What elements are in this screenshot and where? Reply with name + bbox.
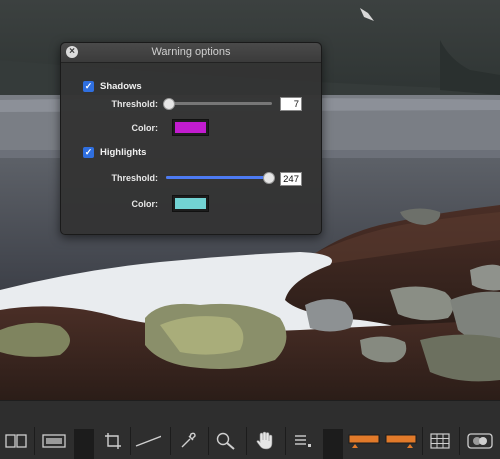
crop-icon[interactable]: [100, 429, 126, 453]
list-icon[interactable]: [290, 429, 316, 453]
highlight-warning-icon[interactable]: [384, 429, 418, 453]
toolbar-separator: [246, 427, 247, 455]
shadows-color-label: Color:: [131, 123, 159, 133]
single-view-icon[interactable]: [41, 429, 67, 453]
compare-view-icon[interactable]: [3, 429, 29, 453]
toolbar-separator: [34, 427, 35, 455]
toolbar-spacer: [74, 429, 94, 459]
shadows-threshold-slider[interactable]: [163, 98, 272, 110]
mask-toggle-icon[interactable]: [465, 429, 495, 453]
straighten-icon[interactable]: [135, 429, 161, 453]
highlights-threshold-slider[interactable]: [166, 172, 275, 184]
toolbar-separator: [422, 427, 423, 455]
highlights-threshold-input[interactable]: 247: [280, 172, 302, 186]
bottom-toolbar: [0, 400, 500, 459]
zoom-icon[interactable]: [213, 429, 239, 453]
shadows-threshold-input[interactable]: 7: [280, 97, 302, 111]
highlights-threshold-label: Threshold:: [111, 173, 159, 183]
warning-options-panel: × Warning options ✓ Shadows Threshold: 7…: [60, 42, 322, 235]
highlights-color-well[interactable]: [172, 195, 209, 212]
eyedropper-icon[interactable]: [175, 429, 201, 453]
toolbar-spacer: [323, 429, 343, 459]
shadows-checkbox[interactable]: ✓: [83, 81, 94, 92]
shadows-color-well[interactable]: [172, 119, 209, 136]
highlights-label: Highlights: [100, 147, 147, 158]
highlights-color-swatch: [175, 198, 206, 209]
shadow-warning-icon[interactable]: [347, 429, 381, 453]
hand-pan-icon[interactable]: [252, 429, 278, 453]
toolbar-separator: [285, 427, 286, 455]
shadows-threshold-label: Threshold:: [111, 99, 159, 109]
toolbar-separator: [170, 427, 171, 455]
panel-titlebar[interactable]: × Warning options: [61, 43, 321, 63]
highlights-checkbox[interactable]: ✓: [83, 147, 94, 158]
highlights-color-label: Color:: [131, 199, 159, 209]
panel-title: Warning options: [151, 46, 231, 58]
grid-icon[interactable]: [427, 429, 453, 453]
highlights-slider-fill: [166, 176, 269, 179]
highlights-slider-knob[interactable]: [262, 172, 275, 184]
toolbar-separator: [459, 427, 460, 455]
shadows-slider-knob[interactable]: [163, 98, 176, 110]
shadows-color-swatch: [175, 122, 206, 133]
shadows-label: Shadows: [100, 81, 142, 92]
toolbar-separator: [130, 427, 131, 455]
toolbar-separator: [208, 427, 209, 455]
